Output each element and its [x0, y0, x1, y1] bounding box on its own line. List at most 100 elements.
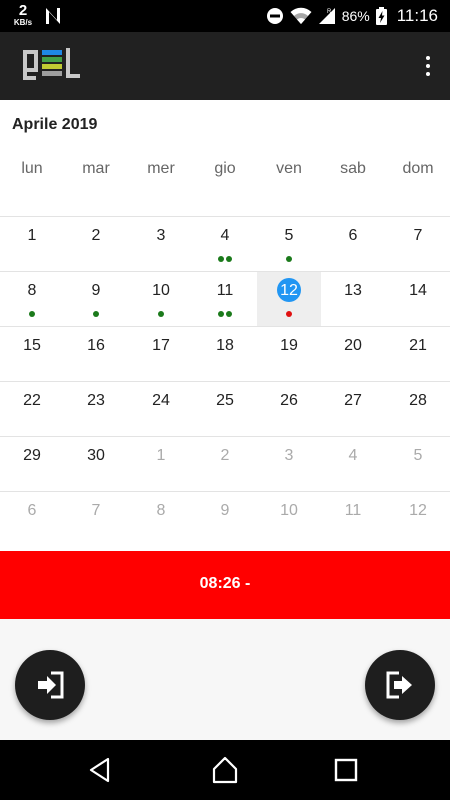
check-in-button[interactable]	[15, 650, 85, 720]
calendar-day[interactable]: 27	[321, 382, 385, 436]
recent-apps-icon[interactable]	[332, 756, 360, 784]
day-number: 29	[23, 447, 41, 464]
day-number: 5	[284, 227, 294, 244]
calendar-day[interactable]: 1	[0, 217, 64, 271]
day-number: 15	[23, 337, 41, 354]
calendar-day[interactable]: 5	[257, 217, 321, 271]
calendar-day[interactable]: 19	[257, 327, 321, 381]
day-number: 10	[280, 502, 298, 519]
day-number: 27	[344, 392, 362, 409]
calendar-day[interactable]: 3	[129, 217, 193, 271]
calendar-day[interactable]: 9	[64, 272, 128, 326]
calendar-day[interactable]: 7	[386, 217, 450, 271]
app-logo	[23, 48, 80, 80]
weekday-label: mer	[147, 160, 175, 177]
svg-text:R: R	[327, 9, 332, 15]
week-row: 8 9 10 11 12 13 14	[0, 271, 450, 326]
calendar-day[interactable]: 21	[386, 327, 450, 381]
event-dot-green	[286, 256, 292, 262]
calendar-grid: 1 2 3 4 5 6 7 8 9 10 11 12 13 14 15 16 17 18 19 20 21 22 23 24 2…	[0, 216, 450, 546]
calendar-day[interactable]: 28	[386, 382, 450, 436]
event-dots	[257, 256, 321, 262]
calendar-day[interactable]: 30	[64, 437, 128, 491]
weekday-label: lun	[21, 160, 43, 177]
calendar-day-selected[interactable]: 12	[257, 272, 321, 326]
calendar-day[interactable]: 17	[129, 327, 193, 381]
day-number: 5	[413, 447, 423, 464]
month-title: Aprile 2019	[12, 116, 98, 133]
calendar-day[interactable]: 11	[321, 492, 385, 546]
back-icon[interactable]	[86, 756, 114, 784]
week-row: 29 30 1 2 3 4 5	[0, 436, 450, 491]
weekday-label: gio	[214, 160, 236, 177]
calendar-day[interactable]: 24	[129, 382, 193, 436]
calendar-day[interactable]: 6	[0, 492, 64, 546]
calendar-day[interactable]: 1	[129, 437, 193, 491]
day-number: 21	[409, 337, 427, 354]
logout-icon	[386, 671, 412, 699]
calendar-day[interactable]: 29	[0, 437, 64, 491]
calendar-day[interactable]: 22	[0, 382, 64, 436]
weekday-header: lun mar mer gio ven sab dom	[0, 160, 450, 190]
calendar-day[interactable]: 14	[386, 272, 450, 326]
event-dot-green	[226, 311, 232, 317]
calendar-day[interactable]: 13	[321, 272, 385, 326]
day-number: 11	[344, 502, 362, 519]
calendar-day[interactable]: 15	[0, 327, 64, 381]
notification-n-icon	[46, 8, 60, 24]
day-number: 4	[348, 447, 358, 464]
calendar-day[interactable]: 26	[257, 382, 321, 436]
day-number: 2	[220, 447, 230, 464]
calendar-day[interactable]: 3	[257, 437, 321, 491]
navigation-bar	[0, 740, 450, 800]
week-row: 15 16 17 18 19 20 21	[0, 326, 450, 381]
day-number: 24	[152, 392, 170, 409]
more-vert-icon	[426, 56, 430, 60]
screen: 2 KB/s R 86% 11:16 Aprile 2019 lun mar m…	[0, 0, 450, 800]
app-bar	[0, 32, 450, 100]
week-row: 22 23 24 25 26 27 28	[0, 381, 450, 436]
calendar-day[interactable]: 8	[0, 272, 64, 326]
calendar-day[interactable]: 9	[193, 492, 257, 546]
day-number: 12	[280, 282, 298, 299]
calendar-day[interactable]: 6	[321, 217, 385, 271]
calendar-day[interactable]: 16	[64, 327, 128, 381]
calendar-day[interactable]: 5	[386, 437, 450, 491]
network-speed-unit: KB/s	[13, 18, 33, 27]
day-number: 23	[87, 392, 105, 409]
event-dot-green	[93, 311, 99, 317]
calendar-day[interactable]: 4	[193, 217, 257, 271]
day-number: 9	[91, 282, 101, 299]
calendar-day[interactable]: 8	[129, 492, 193, 546]
week-row: 6 7 8 9 10 11 12	[0, 491, 450, 546]
calendar-day[interactable]: 10	[257, 492, 321, 546]
calendar-day[interactable]: 4	[321, 437, 385, 491]
day-number: 2	[91, 227, 101, 244]
home-icon[interactable]	[211, 756, 239, 784]
calendar-day[interactable]: 18	[193, 327, 257, 381]
check-out-button[interactable]	[365, 650, 435, 720]
status-icons: R 86% 11:16	[266, 0, 438, 32]
calendar-day[interactable]: 10	[129, 272, 193, 326]
calendar-day[interactable]: 11	[193, 272, 257, 326]
day-number: 1	[27, 227, 37, 244]
calendar-day[interactable]: 7	[64, 492, 128, 546]
day-number: 20	[344, 337, 362, 354]
day-number: 4	[220, 227, 230, 244]
day-number: 7	[413, 227, 423, 244]
calendar-day[interactable]: 25	[193, 382, 257, 436]
network-speed: 2 KB/s	[11, 3, 35, 27]
event-dot-green	[218, 256, 224, 262]
overflow-menu-button[interactable]	[420, 52, 436, 80]
calendar-day[interactable]: 2	[64, 217, 128, 271]
day-number: 11	[216, 282, 234, 299]
do-not-disturb-icon	[266, 8, 283, 24]
calendar-day[interactable]: 23	[64, 382, 128, 436]
event-dots	[257, 311, 321, 317]
calendar-day[interactable]: 20	[321, 327, 385, 381]
event-dots	[193, 256, 257, 262]
day-number: 25	[216, 392, 234, 409]
calendar-day[interactable]: 2	[193, 437, 257, 491]
calendar-day[interactable]: 12	[386, 492, 450, 546]
status-bar: 2 KB/s R 86% 11:16	[0, 0, 450, 32]
